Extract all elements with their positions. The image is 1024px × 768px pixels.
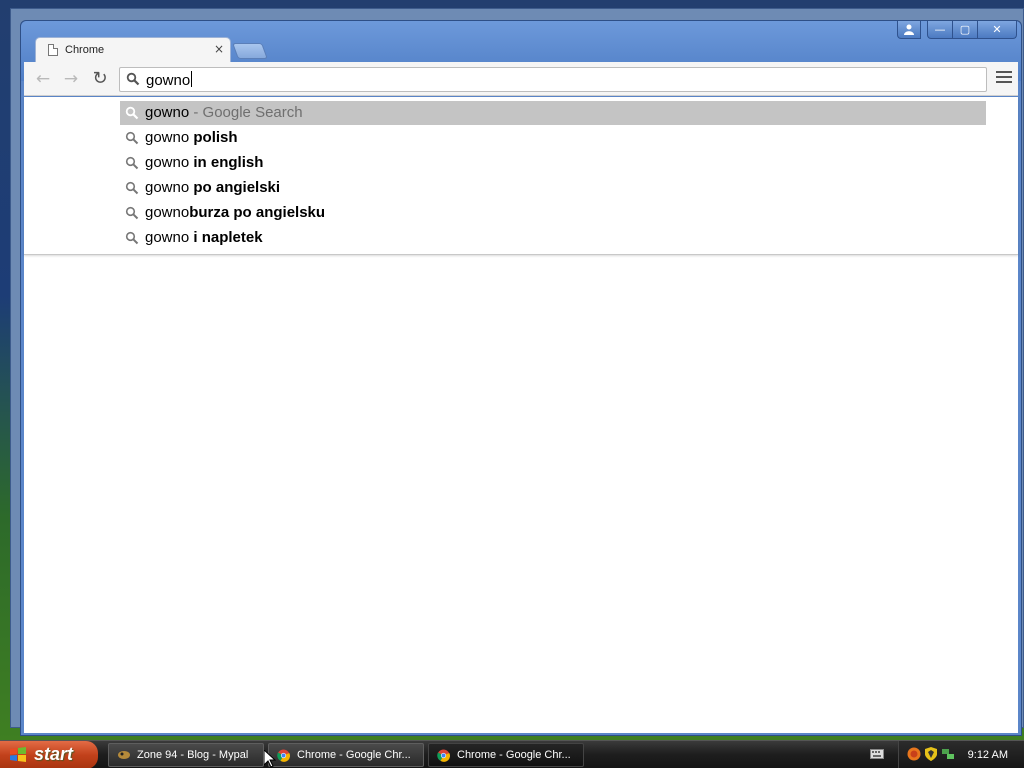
tab-title: Chrome (65, 44, 105, 56)
search-icon (125, 131, 139, 145)
suggestion-typed: gowno (145, 229, 190, 246)
suggestion-item[interactable]: gownoburza po angielsku (120, 201, 986, 225)
suggestion-completion: polish (189, 129, 238, 146)
search-icon (125, 181, 139, 195)
menu-bar (996, 81, 1012, 83)
suggestion-item[interactable]: gowno i napletek (120, 226, 986, 250)
system-tray: 9:12 AM (898, 741, 1024, 768)
menu-bar (996, 76, 1012, 78)
taskbar: start Zone 94 - Blog - Mypal Chrome - Go… (0, 740, 1024, 768)
suggestion-typed: gowno (145, 204, 190, 221)
reload-button[interactable]: ↻ (89, 69, 111, 89)
keyboard-icon[interactable] (870, 749, 884, 759)
chrome-icon (277, 749, 290, 762)
search-icon (125, 231, 139, 245)
mouse-cursor-icon (264, 750, 276, 768)
omnibox-input[interactable]: gowno (146, 71, 193, 89)
start-button[interactable]: start (0, 741, 98, 768)
suggestion-item[interactable]: gowno polish (120, 126, 986, 150)
maximize-button[interactable]: ▢ (952, 21, 978, 39)
suggestion-completion: po angielski (189, 179, 281, 196)
start-label: start (34, 744, 74, 764)
new-tab-button[interactable] (232, 43, 268, 59)
suggestion-typed: gowno (145, 154, 190, 171)
windows-logo-icon (10, 747, 26, 762)
search-icon (125, 206, 139, 220)
suggestion-item[interactable]: gowno in english (120, 151, 986, 175)
page-icon (48, 44, 58, 56)
suggestion-item[interactable]: gowno - Google Search (120, 101, 986, 125)
suggestion-typed: gowno (145, 179, 190, 196)
page-content: gowno - Google Search gowno polish gowno… (24, 97, 1018, 733)
minimize-button[interactable]: — (927, 21, 953, 39)
chrome-icon (437, 749, 450, 762)
firefox-icon[interactable] (907, 747, 921, 761)
search-icon (125, 156, 139, 170)
chrome-menu-button[interactable] (996, 71, 1012, 85)
clock: 9:12 AM (967, 749, 1008, 761)
suggestion-typed: gowno (145, 104, 190, 121)
search-icon (125, 106, 139, 120)
suggestion-suffix: - Google Search (189, 104, 303, 121)
suggestion-completion: in english (189, 154, 264, 171)
suggestion-item[interactable]: gowno po angielski (120, 176, 986, 200)
person-icon (904, 24, 914, 35)
suggestion-completion: i napletek (189, 229, 263, 246)
suggestion-completion: burza po angielsku (189, 204, 326, 221)
taskbar-item[interactable]: Zone 94 - Blog - Mypal (108, 743, 264, 767)
toolbar: ← → ↻ gowno (24, 62, 1018, 96)
tab-chrome[interactable]: Chrome × (35, 37, 231, 63)
taskbar-item-label: Chrome - Google Chr... (297, 749, 411, 761)
chrome-window: — ▢ ✕ Chrome × ← → ↻ gowno gowno - Googl… (20, 20, 1022, 736)
back-button[interactable]: ← (32, 69, 54, 89)
profile-avatar-button[interactable] (897, 21, 921, 39)
suggestion-typed: gowno (145, 129, 190, 146)
omnibox[interactable]: gowno (119, 67, 987, 92)
taskbar-item[interactable]: Chrome - Google Chr... (268, 743, 424, 767)
menu-bar (996, 71, 1012, 73)
omnibox-suggestions: gowno - Google Search gowno polish gowno… (24, 97, 1018, 255)
text-caret (191, 71, 193, 87)
network-icon[interactable] (941, 747, 955, 761)
mypal-icon (118, 751, 130, 759)
search-icon (126, 72, 140, 86)
shield-icon[interactable] (925, 747, 937, 761)
taskbar-item-active[interactable]: Chrome - Google Chr... (428, 743, 584, 767)
forward-button[interactable]: → (60, 69, 82, 89)
close-window-button[interactable]: ✕ (977, 21, 1017, 39)
taskbar-item-label: Zone 94 - Blog - Mypal (137, 749, 249, 761)
taskbar-item-label: Chrome - Google Chr... (457, 749, 571, 761)
tab-close-button[interactable]: × (214, 42, 224, 56)
